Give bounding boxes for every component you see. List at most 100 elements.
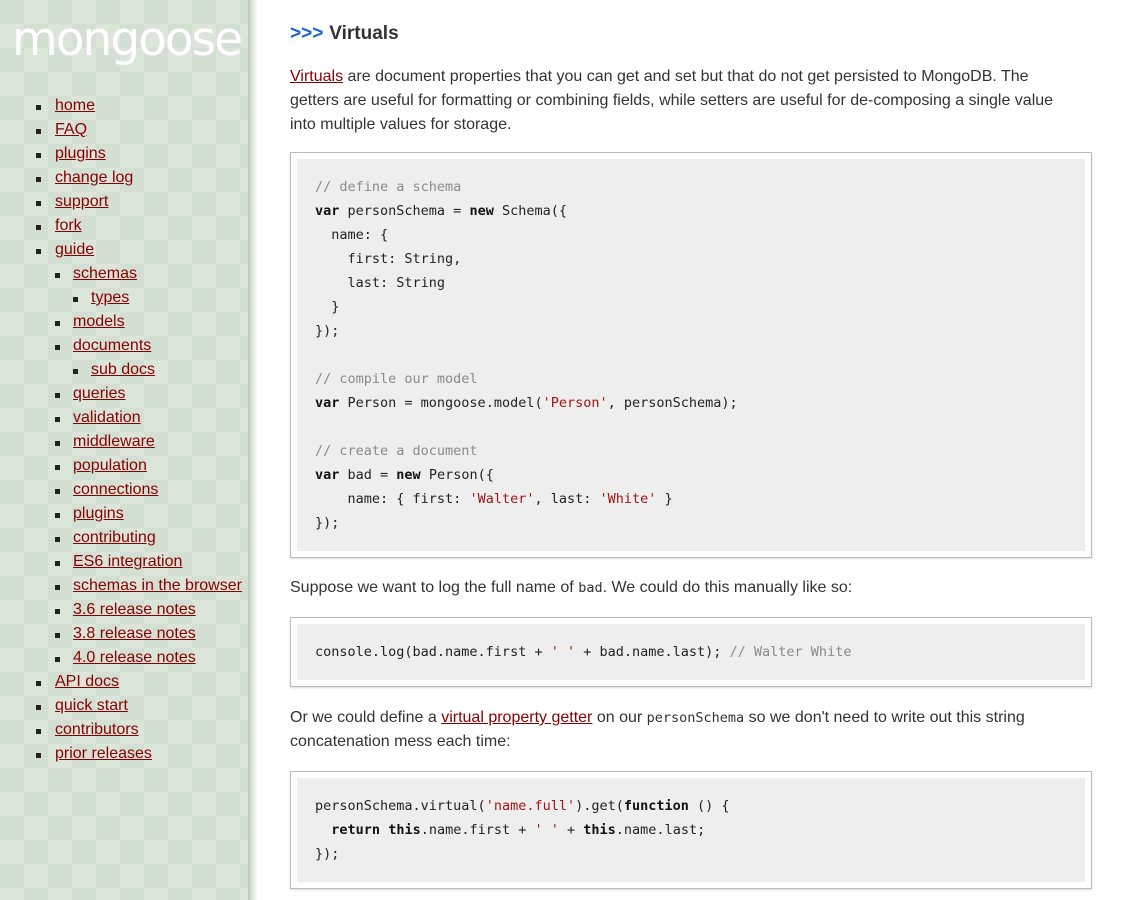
nav-link[interactable]: FAQ (55, 121, 87, 138)
code-token: first: String, (315, 251, 462, 267)
nav-link[interactable]: sub docs (91, 361, 155, 378)
nav-link[interactable]: types (91, 289, 129, 306)
nav-link[interactable]: 3.8 release notes (73, 625, 196, 642)
code-token: Schema({ (493, 203, 567, 219)
nav-item-contributors: contributors (0, 718, 242, 742)
nav-link[interactable]: home (55, 97, 95, 114)
main-content: >>> Virtuals Virtuals are document proper… (290, 20, 1092, 889)
nav-item-faq: FAQ (0, 118, 242, 142)
virtual-property-getter-link[interactable]: virtual property getter (441, 709, 592, 726)
nav-link[interactable]: 4.0 release notes (73, 649, 196, 666)
nav-item-models: models (0, 310, 242, 334)
nav-link[interactable]: validation (73, 409, 141, 426)
code-token: 'Walter' (469, 491, 535, 507)
code-line: console.log(bad.name.first + ' ' + bad.n… (315, 640, 1067, 664)
nav-item-types: types (0, 286, 242, 310)
nav-item-queries: queries (0, 382, 242, 406)
nav-item-4-0-release-notes: 4.0 release notes (0, 646, 242, 670)
nav-link[interactable]: quick start (55, 697, 128, 714)
code-token: } (656, 491, 673, 507)
heading-arrows: >>> (290, 23, 324, 44)
code-block-log: console.log(bad.name.first + ' ' + bad.n… (290, 617, 1092, 687)
code-token: personSchema.virtual( (315, 798, 486, 814)
nav-link[interactable]: plugins (55, 145, 106, 162)
nav-link[interactable]: population (73, 457, 147, 474)
code-token: // Walter White (729, 644, 852, 660)
code-line: var bad = new Person({ (315, 463, 1067, 487)
nav-item-schemas-in-the-browser: schemas in the browser (0, 574, 242, 598)
code-token: function (623, 798, 689, 814)
code-token: this (388, 822, 421, 838)
nav-link[interactable]: support (55, 193, 108, 210)
code-token: , personSchema); (607, 395, 738, 411)
code-line: }); (315, 511, 1067, 535)
code-token: ' ' (534, 822, 559, 838)
code-token: }); (315, 515, 340, 531)
code-line: }); (315, 842, 1067, 866)
inline-code-personschema: personSchema (646, 710, 745, 726)
nav-item-sub-docs: sub docs (0, 358, 242, 382)
code-token: name: { first: (315, 491, 470, 507)
nav-link[interactable]: fork (55, 217, 82, 234)
nav-link[interactable]: schemas (73, 265, 137, 282)
nav-link[interactable]: plugins (73, 505, 124, 522)
code-token: } (315, 299, 340, 315)
code-token: personSchema = (339, 203, 470, 219)
code-token: last: String (315, 275, 446, 291)
nav-item-3-8-release-notes: 3.8 release notes (0, 622, 242, 646)
code-token: + bad.name.last); (575, 644, 730, 660)
nav-link[interactable]: contributing (73, 529, 156, 546)
intro-text: are document properties that you can get… (290, 68, 1054, 133)
code-token: }); (315, 323, 340, 339)
code-block-virtual: personSchema.virtual('name.full').get(fu… (290, 771, 1092, 889)
nav-link[interactable]: connections (73, 481, 158, 498)
nav-item-plugins: plugins (0, 502, 242, 526)
nav-item-home: home (0, 94, 242, 118)
nav-link[interactable]: 3.6 release notes (73, 601, 196, 618)
code-token: .name.last; (615, 822, 706, 838)
log-text-after: . We could do this manually like so: (602, 579, 853, 596)
nav-item-connections: connections (0, 478, 242, 502)
nav-link[interactable]: schemas in the browser (73, 577, 242, 594)
code-token: 'name.full' (485, 798, 576, 814)
virtuals-link[interactable]: Virtuals (290, 68, 343, 85)
nav-item-contributing: contributing (0, 526, 242, 550)
code-token: .name.first + (420, 822, 535, 838)
code-line: // compile our model (315, 367, 1067, 391)
nav-link[interactable]: documents (73, 337, 151, 354)
code-token: bad = (339, 467, 397, 483)
nav-item-es6-integration: ES6 integration (0, 550, 242, 574)
nav-link[interactable]: API docs (55, 673, 119, 690)
nav-link[interactable]: queries (73, 385, 125, 402)
code-token: ).get( (575, 798, 624, 814)
code-token: // compile our model (315, 371, 478, 387)
nav-item-fork: fork (0, 214, 242, 238)
nav-link[interactable]: change log (55, 169, 133, 186)
code-token: Person = mongoose.model( (339, 395, 543, 411)
code-token: () { (688, 798, 730, 814)
nav-link[interactable]: ES6 integration (73, 553, 182, 570)
nav-item-guide: guide (0, 238, 242, 262)
code-token: return (331, 822, 381, 838)
nav-link[interactable]: models (73, 313, 125, 330)
heading-title: Virtuals (329, 23, 399, 44)
nav-link[interactable]: contributors (55, 721, 139, 738)
code-line: last: String (315, 271, 1067, 295)
nav-item-3-6-release-notes: 3.6 release notes (0, 598, 242, 622)
nav-item-support: support (0, 190, 242, 214)
nav-link[interactable]: prior releases (55, 745, 152, 762)
nav-item-validation: validation (0, 406, 242, 430)
getter-text-before: Or we could define a (290, 709, 442, 726)
code-line: name: { (315, 223, 1067, 247)
code-line: // define a schema (315, 175, 1067, 199)
nav-item-schemas: schemas (0, 262, 242, 286)
code-line: return this.name.first + ' ' + this.name… (315, 818, 1067, 842)
mongoose-logo[interactable]: mongoose (12, 12, 243, 67)
nav-item-middleware: middleware (0, 430, 242, 454)
nav-link[interactable]: middleware (73, 433, 155, 450)
nav-link[interactable]: guide (55, 241, 94, 258)
log-text-before: Suppose we want to log the full name of (290, 579, 579, 596)
code-token: Person({ (420, 467, 494, 483)
